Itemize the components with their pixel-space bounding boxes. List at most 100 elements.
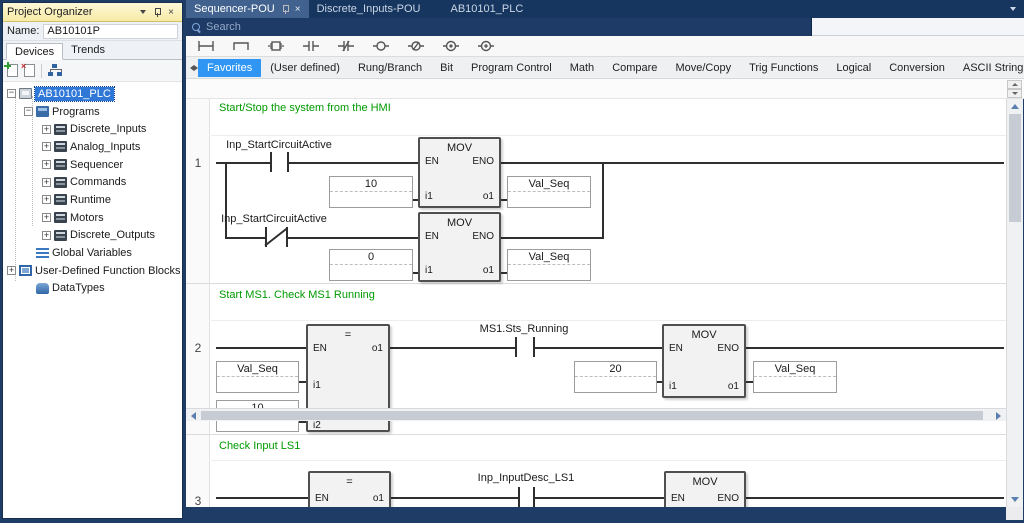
category-rung-branch[interactable]: Rung/Branch: [349, 59, 431, 77]
tree-item-analog-inputs[interactable]: Analog_Inputs: [3, 138, 182, 156]
tab-sequencer-pou[interactable]: Sequencer-POU ×: [186, 0, 309, 18]
contact-label[interactable]: Inp_StartCircuitActive: [219, 139, 339, 151]
project-organizer-titlebar[interactable]: Project Organizer ×: [3, 3, 182, 22]
tree-item-udfb[interactable]: User-Defined Function Blocks: [3, 262, 182, 280]
category-ascii[interactable]: ASCII String: [954, 59, 1024, 77]
operand-box[interactable]: Val_Seq: [753, 361, 837, 393]
collapse-icon[interactable]: [24, 107, 33, 116]
operand-box[interactable]: Val_Seq: [216, 361, 299, 393]
expand-icon[interactable]: [42, 160, 51, 169]
contact-negated-icon[interactable]: [336, 39, 356, 53]
scroll-down-icon[interactable]: [1007, 492, 1023, 507]
tree-item-runtime[interactable]: Runtime: [3, 191, 182, 209]
category-user-defined[interactable]: (User defined): [261, 59, 349, 77]
expand-icon[interactable]: [42, 231, 51, 240]
contact-gap: [520, 487, 533, 507]
expand-icon[interactable]: [42, 178, 51, 187]
expand-icon[interactable]: [42, 213, 51, 222]
category-bit[interactable]: Bit: [431, 59, 462, 77]
equals-block[interactable]: = EN o1: [308, 471, 391, 507]
coil-negated-icon[interactable]: [406, 39, 426, 53]
tree-item-programs[interactable]: Programs: [3, 103, 182, 121]
category-favorites[interactable]: Favorites: [198, 59, 261, 77]
hierarchy-view-icon[interactable]: [48, 64, 62, 77]
rung-comment[interactable]: Start/Stop the system from the HMI: [219, 102, 391, 114]
contact[interactable]: [533, 337, 535, 357]
contact[interactable]: [515, 337, 517, 357]
horizontal-scroll-thumb[interactable]: [201, 411, 983, 420]
tab-ab10101-plc[interactable]: AB10101_PLC: [443, 0, 532, 18]
coil-reset-icon[interactable]: [476, 39, 496, 53]
strip-scroll-down-icon[interactable]: [1007, 89, 1022, 98]
operand-box[interactable]: 10: [329, 176, 413, 208]
category-conversion[interactable]: Conversion: [880, 59, 954, 77]
category-math[interactable]: Math: [561, 59, 603, 77]
category-move-copy[interactable]: Move/Copy: [666, 59, 740, 77]
operand-box[interactable]: Val_Seq: [507, 176, 591, 208]
project-organizer-panel: Project Organizer × Name: AB10101P Devic…: [2, 2, 183, 519]
block-icon[interactable]: [266, 39, 286, 53]
mov-block[interactable]: MOV EN ENO i1 o1: [418, 212, 501, 282]
mov-block[interactable]: MOV EN ENO i1 o1: [662, 324, 746, 398]
tree-item-discrete-outputs[interactable]: Discrete_Outputs: [3, 227, 182, 245]
tree-item-datatypes[interactable]: DataTypes: [3, 280, 182, 298]
horizontal-scrollbar[interactable]: [186, 408, 1006, 421]
pin-icon[interactable]: [150, 6, 164, 18]
pin-icon[interactable]: [281, 5, 289, 14]
ladder-canvas[interactable]: 1 2 3 Start/Stop the system from the HMI…: [186, 99, 1006, 507]
category-program-control[interactable]: Program Control: [462, 59, 561, 77]
tab-list-icon[interactable]: [1010, 0, 1024, 18]
mov-block[interactable]: MOV EN ENO: [664, 471, 746, 507]
contact-label[interactable]: Inp_StartCircuitActive: [214, 213, 334, 225]
device-name-field[interactable]: AB10101P: [43, 24, 178, 39]
collapse-icon[interactable]: [7, 89, 16, 98]
program-icon: [54, 194, 67, 205]
contact-icon[interactable]: [301, 39, 321, 53]
operand-box[interactable]: 0: [329, 249, 413, 281]
tab-devices[interactable]: Devices: [6, 43, 63, 60]
contact[interactable]: [533, 487, 535, 507]
tab-discrete-inputs-pou[interactable]: Discrete_Inputs-POU: [309, 0, 429, 18]
rung-icon[interactable]: [196, 39, 216, 53]
expand-icon[interactable]: [42, 195, 51, 204]
tree-item-global-variables[interactable]: Global Variables: [3, 244, 182, 262]
mov-block[interactable]: MOV EN ENO i1 o1: [418, 137, 501, 208]
strip-scroll-up-icon[interactable]: [1007, 80, 1022, 89]
remove-item-icon[interactable]: ×: [24, 64, 35, 77]
tree-item-motors[interactable]: Motors: [3, 209, 182, 227]
scroll-left-icon[interactable]: [187, 410, 200, 421]
branch-icon[interactable]: [231, 39, 251, 53]
vertical-scroll-thumb[interactable]: [1009, 114, 1021, 222]
contact[interactable]: [287, 152, 289, 172]
tree-item-commands[interactable]: Commands: [3, 173, 182, 191]
add-item-icon[interactable]: [7, 64, 18, 77]
vertical-scrollbar[interactable]: [1006, 99, 1023, 507]
rung-comment[interactable]: Start MS1. Check MS1 Running: [219, 289, 375, 301]
operand-box[interactable]: 20: [574, 361, 657, 393]
coil-set-icon[interactable]: [441, 39, 461, 53]
expand-icon[interactable]: [42, 142, 51, 151]
contact-label[interactable]: Inp_InputDesc_LS1: [466, 472, 586, 484]
close-tab-icon[interactable]: ×: [295, 4, 301, 15]
organizer-toolbar: ×: [3, 60, 182, 82]
contact-label[interactable]: MS1.Sts_Running: [464, 323, 584, 335]
contact[interactable]: [270, 152, 272, 172]
close-icon[interactable]: ×: [164, 6, 178, 18]
rung-comment[interactable]: Check Input LS1: [219, 440, 300, 452]
operand-box[interactable]: Val_Seq: [507, 249, 591, 281]
tree-item-sequencer[interactable]: Sequencer: [3, 156, 182, 174]
expand-icon[interactable]: [42, 125, 51, 134]
tree-item-plc[interactable]: AB10101_PLC: [3, 85, 182, 103]
category-trig[interactable]: Trig Functions: [740, 59, 827, 77]
coil-icon[interactable]: [371, 39, 391, 53]
scroll-up-icon[interactable]: [1007, 99, 1023, 114]
tab-trends[interactable]: Trends: [63, 42, 113, 59]
contact[interactable]: [518, 487, 520, 507]
expand-icon[interactable]: [7, 266, 16, 275]
category-compare[interactable]: Compare: [603, 59, 666, 77]
tree-item-discrete-inputs[interactable]: Discrete_Inputs: [3, 120, 182, 138]
category-logical[interactable]: Logical: [827, 59, 880, 77]
panel-menu-icon[interactable]: [136, 6, 150, 18]
search-input[interactable]: Search: [186, 18, 812, 36]
scroll-right-icon[interactable]: [992, 410, 1005, 421]
